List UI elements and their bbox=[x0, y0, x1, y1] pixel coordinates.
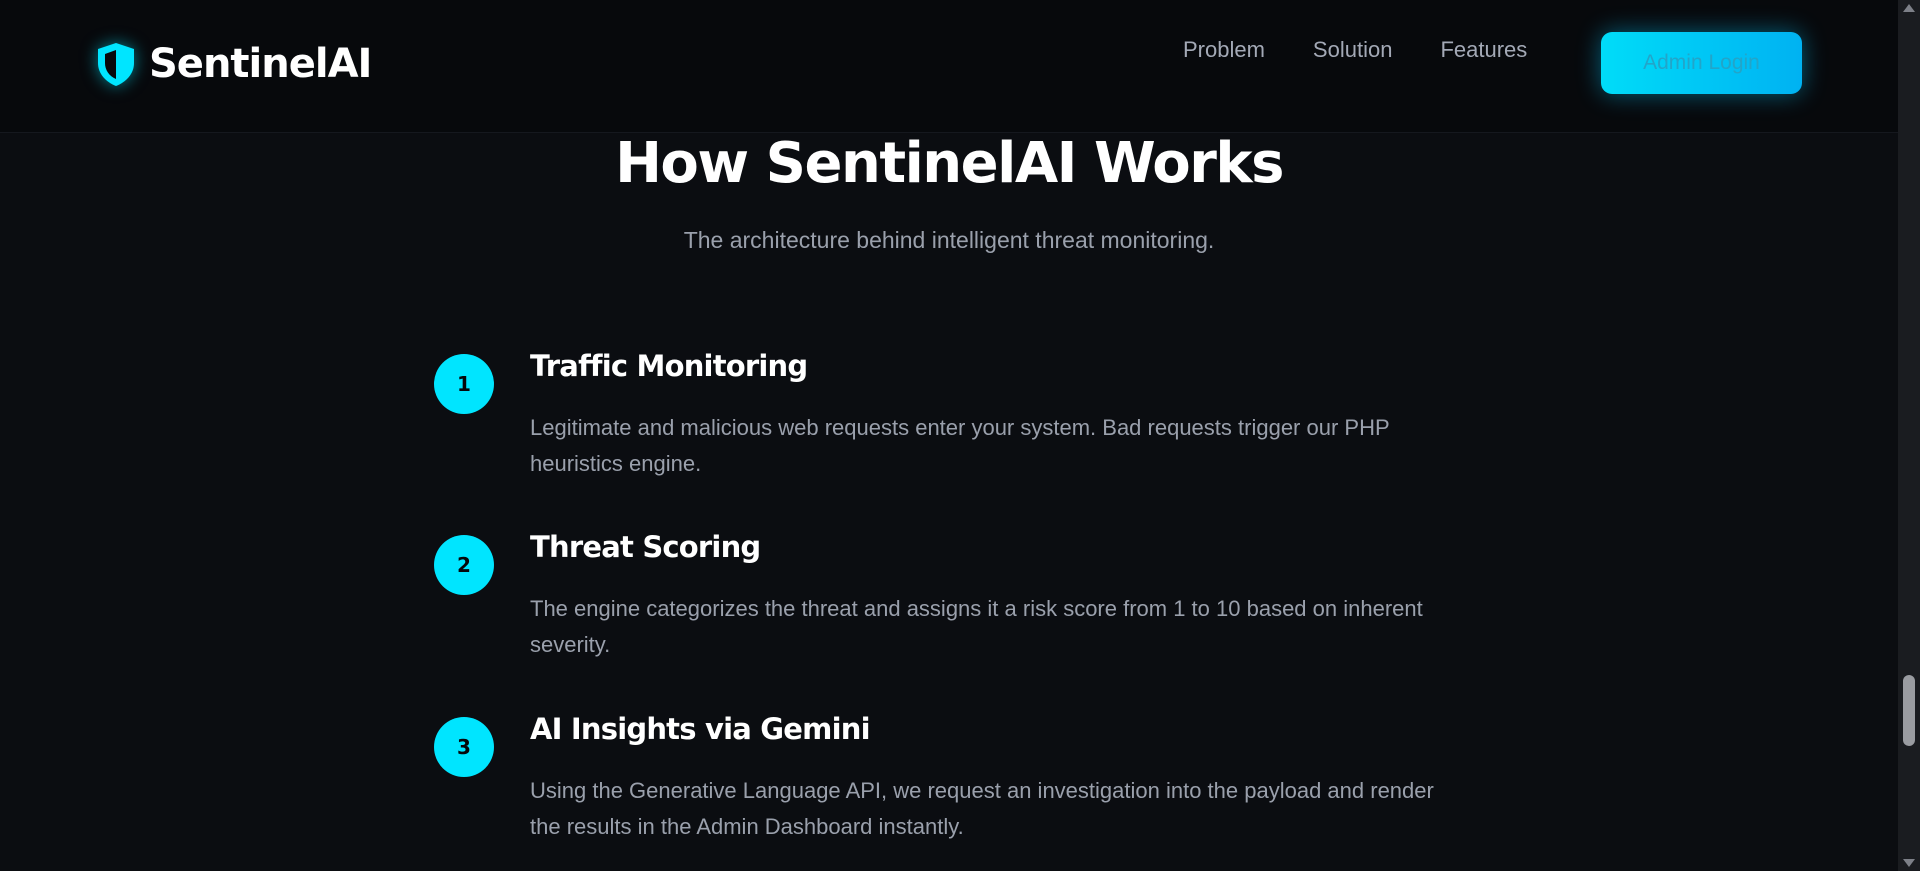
nav-link-problem[interactable]: Problem bbox=[1183, 36, 1265, 64]
page: SentinelAI Problem Solution Features Adm… bbox=[0, 0, 1920, 871]
step-description: Using the Generative Language API, we re… bbox=[530, 778, 1434, 839]
step-title: Traffic Monitoring bbox=[530, 349, 808, 383]
step-description: The engine categorizes the threat and as… bbox=[530, 596, 1423, 657]
step-number-badge: 1 bbox=[434, 354, 494, 414]
section-title: How SentinelAI Works bbox=[615, 131, 1284, 196]
step-description: Legitimate and malicious web requests en… bbox=[530, 415, 1390, 476]
step-number-badge: 2 bbox=[434, 535, 494, 595]
step-title: Threat Scoring bbox=[530, 530, 761, 564]
nav-link-solution[interactable]: Solution bbox=[1313, 36, 1393, 64]
scroll-up-arrow-icon[interactable] bbox=[1903, 4, 1915, 12]
brand-logo[interactable]: SentinelAI bbox=[95, 40, 372, 88]
admin-login-button[interactable]: Admin Login bbox=[1601, 32, 1802, 94]
main-nav: Problem Solution Features bbox=[1183, 36, 1527, 64]
site-header: SentinelAI Problem Solution Features Adm… bbox=[0, 0, 1898, 133]
step-number-badge: 3 bbox=[434, 717, 494, 777]
nav-link-features[interactable]: Features bbox=[1440, 36, 1527, 64]
shield-icon bbox=[95, 41, 137, 87]
scrollbar-thumb[interactable] bbox=[1903, 675, 1915, 746]
section-subtitle: The architecture behind intelligent thre… bbox=[683, 227, 1215, 253]
page-scrollbar[interactable] bbox=[1898, 0, 1920, 871]
step-title: AI Insights via Gemini bbox=[530, 712, 871, 746]
brand-name: SentinelAI bbox=[149, 41, 372, 87]
scroll-down-arrow-icon[interactable] bbox=[1903, 859, 1915, 867]
